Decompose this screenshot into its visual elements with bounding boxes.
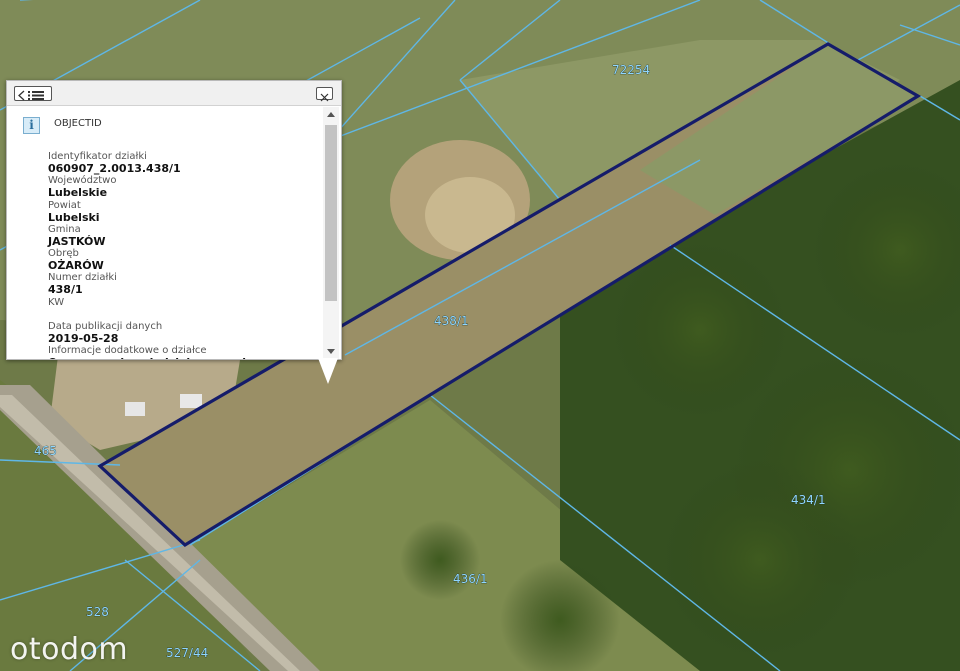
parcel-label: 528 bbox=[86, 605, 109, 619]
attribute-value: 2019-05-28 bbox=[48, 332, 119, 346]
attribute-key: Powiat bbox=[48, 199, 81, 211]
scroll-up-arrow-icon[interactable] bbox=[327, 112, 335, 117]
attribute-value: Lubelski bbox=[48, 210, 100, 224]
building bbox=[125, 402, 145, 416]
forest-canopy bbox=[660, 460, 860, 660]
map-viewer[interactable]: 72254 438/1 434/1 436/1 465 528 527/44 i… bbox=[0, 0, 960, 671]
scroll-down-arrow-icon[interactable] bbox=[327, 349, 335, 354]
attribute-value: 060907_2.0013.438/1 bbox=[48, 162, 181, 175]
building bbox=[180, 394, 202, 408]
parcel-label: 436/1 bbox=[453, 572, 488, 586]
close-icon bbox=[320, 93, 329, 102]
forest-canopy bbox=[400, 520, 480, 600]
parcel-label: 527/44 bbox=[166, 646, 208, 660]
scrollbar-thumb[interactable] bbox=[325, 125, 337, 301]
attribute-value: 438/1 bbox=[48, 283, 83, 297]
popup-pointer bbox=[318, 358, 338, 384]
info-icon: i bbox=[23, 117, 40, 134]
popup-header bbox=[7, 81, 341, 106]
parcel-label: 434/1 bbox=[791, 493, 826, 507]
attribute-value: Lubelskie bbox=[48, 186, 108, 200]
attribute-key: Numer działki bbox=[48, 272, 117, 284]
attribute-value: OŻARÓW bbox=[48, 259, 104, 273]
info-popup[interactable]: i OBJECTID Identyfikator działki 060907_2… bbox=[6, 80, 342, 360]
attribute-value: JASTKÓW bbox=[48, 234, 106, 248]
attribute-value bbox=[48, 309, 323, 321]
attribute-value: Organem odpowiedzialnym za dane bbox=[48, 357, 323, 359]
parcel-label: 465 bbox=[34, 444, 57, 458]
attribute-list: Identyfikator działki 060907_2.0013.438/1… bbox=[48, 151, 323, 359]
list-menu-button[interactable] bbox=[14, 86, 52, 101]
parcel-label: 72254 bbox=[612, 63, 650, 77]
parcel-label: 438/1 bbox=[434, 314, 469, 328]
close-button[interactable] bbox=[316, 87, 333, 102]
otodom-watermark: otodom bbox=[10, 632, 129, 667]
popup-body: i OBJECTID Identyfikator działki 060907_2… bbox=[7, 107, 323, 359]
list-menu-icon bbox=[18, 90, 44, 101]
popup-scrollbar[interactable] bbox=[323, 107, 339, 359]
attribute-key: KW bbox=[48, 296, 65, 308]
popup-title: OBJECTID bbox=[54, 118, 102, 129]
